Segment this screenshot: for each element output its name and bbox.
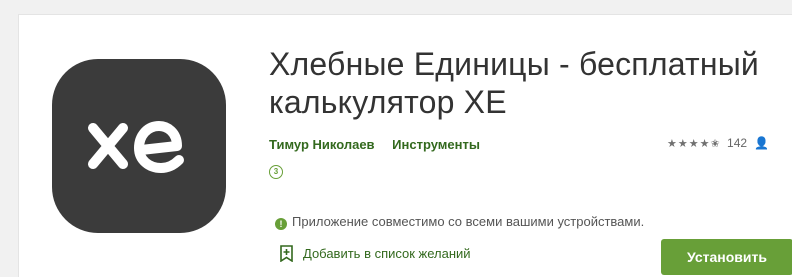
rating-count: 142 — [727, 136, 748, 150]
compatibility-note: ! Приложение совместимо со всеми вашими у… — [275, 214, 644, 230]
person-icon: 👤 — [754, 136, 770, 150]
age-rating-badge: 3 — [269, 165, 283, 179]
install-button[interactable]: Установить — [661, 239, 792, 275]
rating: ★★★★✬ 142 👤 — [667, 136, 769, 150]
compatibility-text: Приложение совместимо со всеми вашими ус… — [292, 214, 645, 229]
category-link[interactable]: Инструменты — [392, 137, 480, 152]
app-title: Хлебные Единицы - бесплатный калькулятор… — [269, 46, 760, 120]
add-to-wishlist-button[interactable]: Добавить в список желаний — [280, 245, 471, 262]
xe-logo-icon — [88, 121, 184, 173]
rating-stars-icon: ★★★★✬ — [667, 138, 721, 150]
developer-link[interactable]: Тимур Николаев — [269, 137, 375, 152]
wishlist-label: Добавить в список желаний — [303, 246, 471, 261]
app-details-card: Хлебные Единицы - бесплатный калькулятор… — [18, 14, 792, 277]
app-meta: Тимур Николаев Инструменты — [269, 137, 494, 152]
app-icon — [52, 59, 226, 233]
info-icon: ! — [275, 218, 287, 230]
bookmark-plus-icon — [280, 245, 293, 262]
